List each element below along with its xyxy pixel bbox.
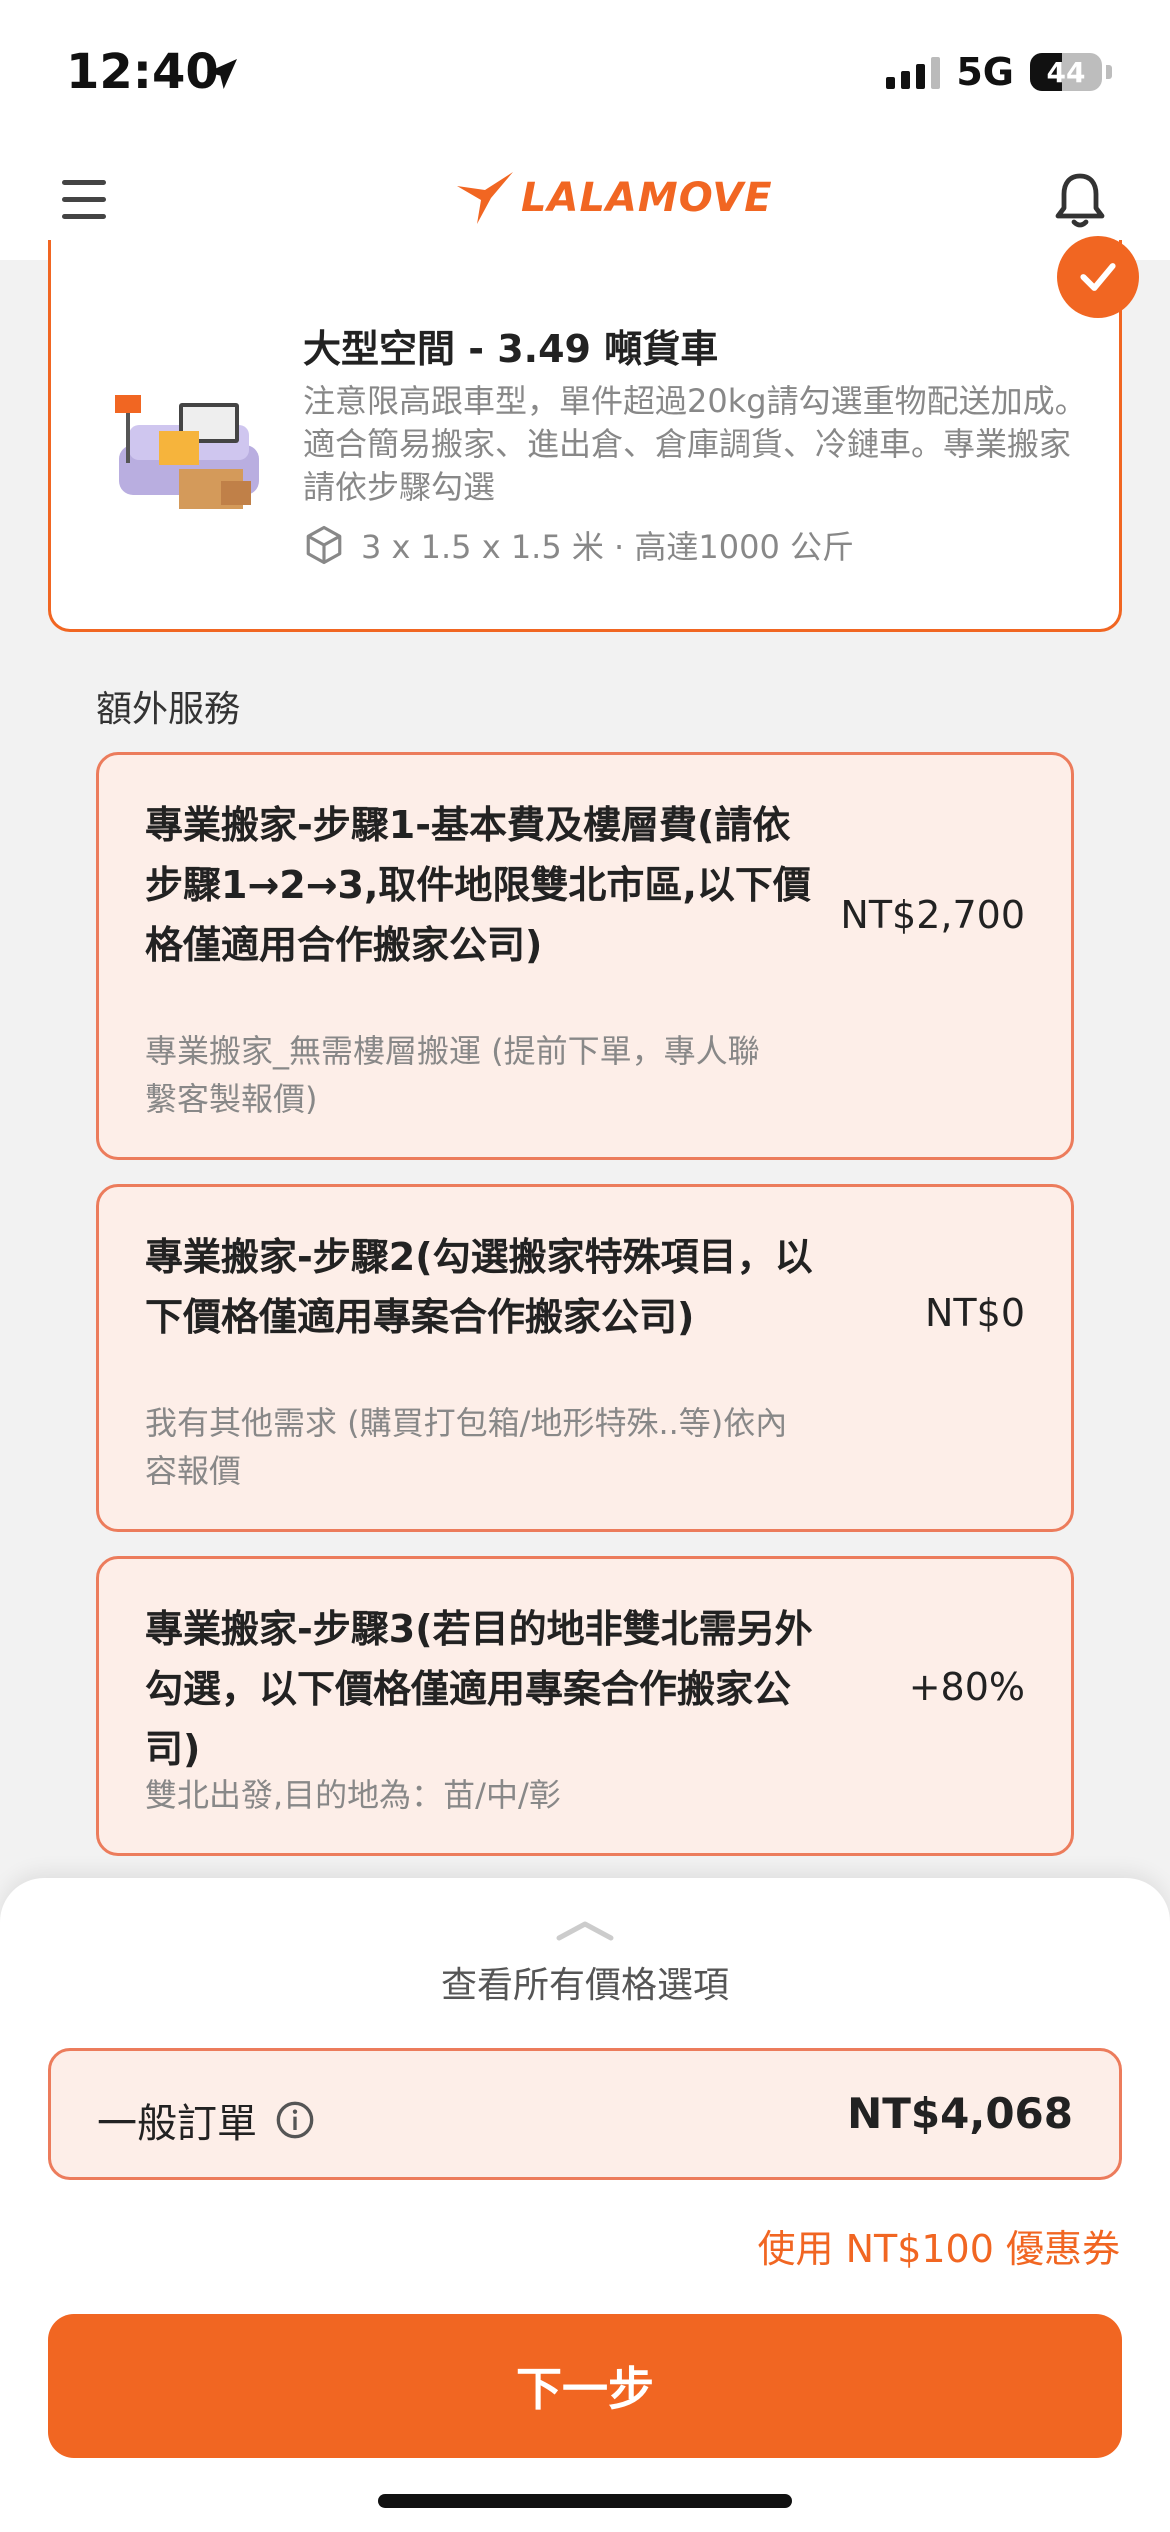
lalamove-logo: LALAMOVE <box>455 170 773 226</box>
coupon-link[interactable]: 使用 NT$100 優惠券 <box>757 2218 1120 2273</box>
status-indicators: 5G 44 <box>886 50 1112 94</box>
chevron-up-icon[interactable] <box>555 1918 615 1942</box>
notification-bell-icon[interactable] <box>1052 170 1108 230</box>
service-price: NT$2,700 <box>840 893 1025 937</box>
selected-vehicle-card[interactable]: 大型空間 - 3.49 噸貨車 注意限高跟車型，單件超過20kg請勾選重物配送加… <box>48 240 1122 632</box>
vehicle-spec: 3 x 1.5 x 1.5 米 · 高達1000 公斤 <box>303 522 854 568</box>
order-total-price: NT$4,068 <box>847 2089 1073 2138</box>
order-summary[interactable]: 一般訂單 NT$4,068 <box>48 2048 1122 2180</box>
vehicle-description: 注意限高跟車型，單件超過20kg請勾選重物配送加成。適合簡易搬家、進出倉、倉庫調… <box>303 382 1087 506</box>
service-subtitle: 雙北出發,目的地為：苗/中/彰 <box>145 1776 561 1814</box>
service-title: 專業搬家-步驟1-基本費及樓層費(請依步驟1→2→3,取件地限雙北市區,以下價格… <box>145 803 811 967</box>
extra-services-title: 額外服務 <box>96 689 241 730</box>
box-icon <box>306 525 342 565</box>
service-subtitle: 我有其他需求 (購買打包箱/地形特殊..等)依內容報價 <box>145 1404 788 1490</box>
battery-icon: 44 <box>1030 53 1102 91</box>
furniture-illustration-icon <box>115 395 259 509</box>
info-icon[interactable] <box>275 2100 315 2140</box>
service-price: NT$0 <box>925 1291 1025 1335</box>
signal-icon <box>886 55 941 89</box>
vehicle-title: 大型空間 - 3.49 噸貨車 <box>303 327 719 371</box>
service-card-step-2[interactable]: 專業搬家-步驟2(勾選搬家特殊項目，以下價格僅適用專案合作搬家公司) 我有其他需… <box>96 1184 1074 1532</box>
view-all-price-options-link[interactable]: 查看所有價格選項 <box>0 1956 1170 2008</box>
price-bottom-sheet: 查看所有價格選項 一般訂單 NT$4,068 使用 NT$100 優惠券 下一步 <box>0 1878 1170 2532</box>
bird-logo-icon <box>457 172 513 224</box>
service-price: +80% <box>908 1665 1025 1709</box>
order-type-label: 一般訂單 <box>97 2101 257 2147</box>
battery-level: 44 <box>1046 55 1086 89</box>
service-card-step-1[interactable]: 專業搬家-步驟1-基本費及樓層費(請依步驟1→2→3,取件地限雙北市區,以下價格… <box>96 752 1074 1160</box>
order-type: 一般訂單 <box>97 2091 315 2149</box>
service-title: 專業搬家-步驟3(若目的地非雙北需另外勾選，以下價格僅適用專案合作搬家公司) <box>145 1607 813 1771</box>
battery-cap <box>1106 65 1112 79</box>
vehicle-spec-text: 3 x 1.5 x 1.5 米 · 高達1000 公斤 <box>361 528 855 566</box>
logo-text: LALAMOVE <box>521 175 773 221</box>
hamburger-menu-icon[interactable] <box>62 180 106 220</box>
home-indicator <box>378 2494 792 2508</box>
service-subtitle: 專業搬家_無需樓層搬運 (提前下單，專人聯繫客製報價) <box>145 1032 760 1118</box>
network-label: 5G <box>956 50 1014 94</box>
service-title: 專業搬家-步驟2(勾選搬家特殊項目，以下價格僅適用專案合作搬家公司) <box>145 1235 813 1339</box>
location-arrow-icon <box>207 59 237 89</box>
selected-check-icon <box>1057 236 1139 318</box>
next-step-button[interactable]: 下一步 <box>48 2314 1122 2458</box>
status-bar: 12:40 5G 44 <box>0 0 1170 140</box>
status-time: 12:40 <box>66 44 219 100</box>
service-card-step-3[interactable]: 專業搬家-步驟3(若目的地非雙北需另外勾選，以下價格僅適用專案合作搬家公司) 雙… <box>96 1556 1074 1856</box>
